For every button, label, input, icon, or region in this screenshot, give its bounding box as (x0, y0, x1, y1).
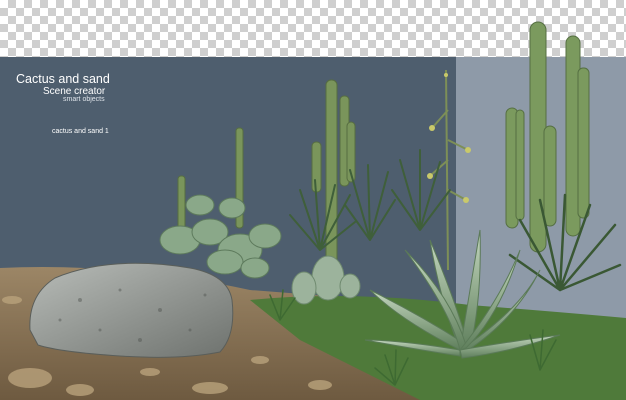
scene-canvas: Cactus and sand Scene creator smart obje… (0, 0, 626, 400)
agave-flower-stalk (429, 69, 469, 271)
scene-title: Cactus and sand (16, 72, 110, 86)
yucca-cluster-right (508, 193, 622, 292)
granite-rock (29, 262, 234, 358)
scene-label: cactus and sand 1 (52, 128, 109, 135)
scene-caption: smart objects (63, 96, 105, 103)
cactus-scene-illustration (0, 21, 626, 400)
columnar-cactus-right (505, 21, 590, 253)
barrel-cacti (291, 255, 361, 305)
